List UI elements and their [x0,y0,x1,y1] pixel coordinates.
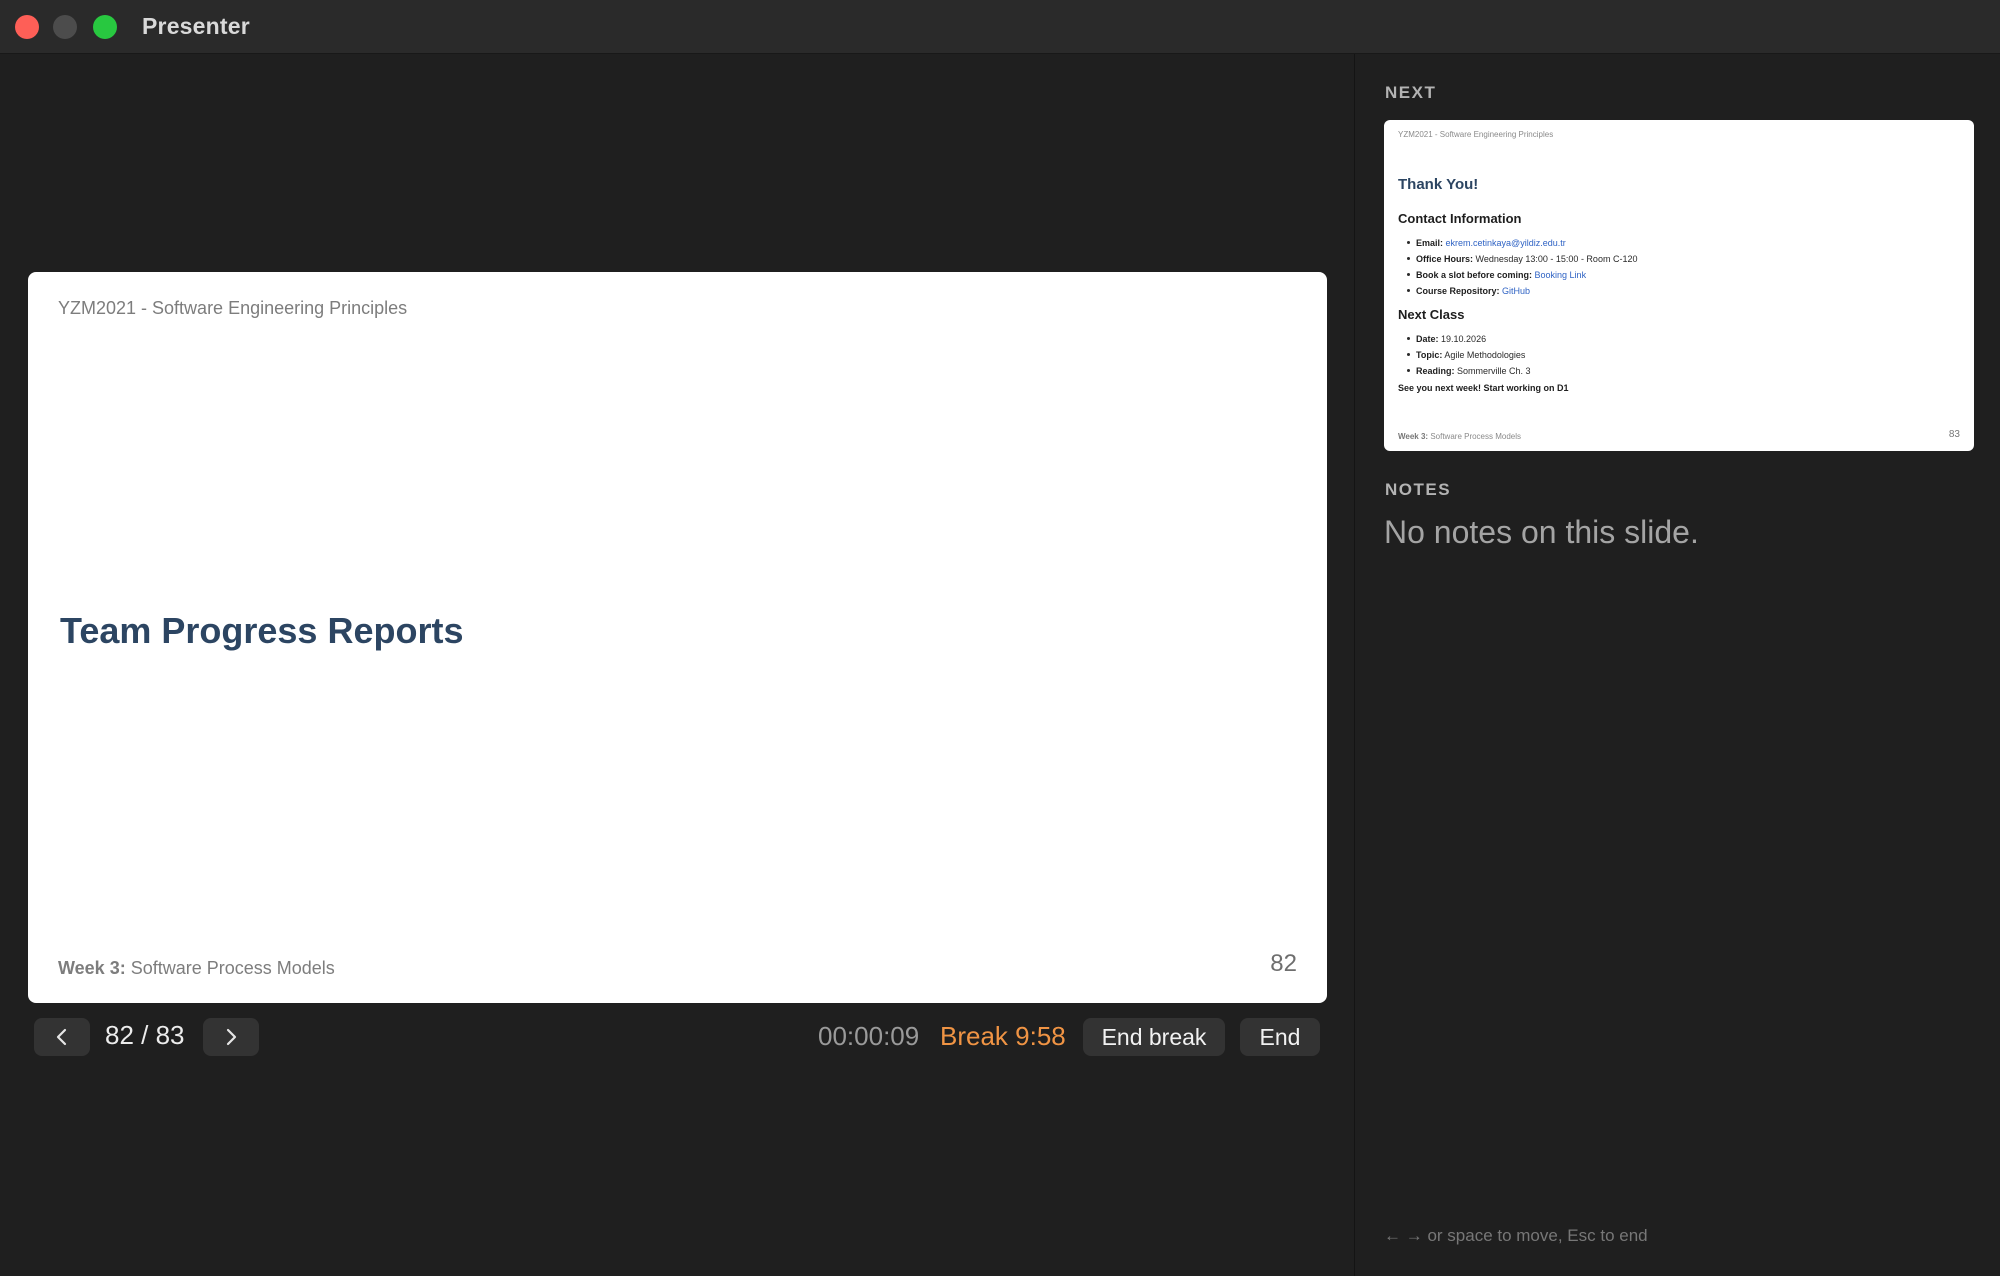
next-slide-header: YZM2021 - Software Engineering Principle… [1398,130,1554,139]
list-item: Office Hours: Wednesday 13:00 - 15:00 - … [1398,253,1637,269]
next-slide-footer-topic: Software Process Models [1428,432,1522,441]
booking-link[interactable]: Booking Link [1535,270,1587,280]
list-item-value: Sommerville Ch. 3 [1457,366,1531,376]
email-link[interactable]: ekrem.cetinkaya@yildiz.edu.tr [1446,238,1566,248]
list-item: Topic: Agile Methodologies [1398,349,1531,365]
list-item: Course Repository: GitHub [1398,285,1637,301]
next-slide-closing: See you next week! Start working on D1 [1398,383,1569,393]
speaker-notes: No notes on this slide. [1384,514,1699,550]
next-slide-number: 83 [1948,429,1960,440]
list-item-label: Date: [1416,334,1439,344]
close-window-button[interactable] [15,15,39,39]
slide-number: 82 [1270,950,1297,977]
contact-heading: Contact Information [1398,211,1522,226]
slide-header: YZM2021 - Software Engineering Principle… [58,298,408,318]
slide-footer-week: Week 3: [58,958,126,978]
next-section-label: NEXT [1385,83,1437,102]
list-item: Date: 19.10.2026 [1398,333,1531,349]
contact-list: Email: ekrem.cetinkaya@yildiz.edu.tr Off… [1398,237,1637,301]
list-item: Book a slot before coming: Booking Link [1398,269,1637,285]
next-slide-title: Thank You! [1398,176,1479,193]
maximize-window-button[interactable] [93,15,117,39]
list-item: Email: ekrem.cetinkaya@yildiz.edu.tr [1398,237,1637,253]
chevron-left-icon [56,1028,67,1046]
list-item-value: Wednesday 13:00 - 15:00 - Room C-120 [1475,254,1638,264]
title-bar: Presenter [0,0,2000,54]
page-indicator: 82 / 83 [105,1020,185,1050]
next-slide-footer: Week 3: Software Process Models [1398,432,1521,441]
presenter-sidebar: NEXT YZM2021 - Software Engineering Prin… [1354,54,2000,1276]
list-item-label: Reading: [1416,366,1455,376]
current-slide: YZM2021 - Software Engineering Principle… [28,272,1327,1003]
list-item-value: Agile Methodologies [1444,350,1526,360]
end-presentation-button[interactable]: End [1240,1018,1320,1056]
slide-footer: Week 3: Software Process Models [58,958,335,979]
slide-footer-topic: Software Process Models [125,958,335,978]
list-item: Reading: Sommerville Ch. 3 [1398,365,1531,381]
github-link[interactable]: GitHub [1502,286,1530,296]
list-item-label: Email: [1416,238,1444,248]
break-timer: Break 9:58 [940,1021,1066,1051]
next-slide-preview[interactable]: YZM2021 - Software Engineering Principle… [1384,120,1974,451]
elapsed-timer: 00:00:09 [818,1021,920,1051]
list-item-value: 19.10.2026 [1441,334,1487,344]
window-title: Presenter [142,13,250,39]
list-item-label: Topic: [1416,350,1443,360]
keyboard-hint: ← → or space to move, Esc to end [1384,1226,1648,1245]
slide-title: Team Progress Reports [60,610,464,651]
list-item-label: Course Repository: [1416,286,1500,296]
presenter-controls: 82 / 83 00:00:09 Break 9:58 End break En… [34,1018,1320,1056]
next-class-heading: Next Class [1398,307,1465,322]
list-item-label: Office Hours: [1416,254,1474,264]
chevron-right-icon [226,1028,237,1046]
previous-slide-button[interactable] [34,1018,90,1056]
notes-section-label: NOTES [1385,480,1452,499]
next-class-list: Date: 19.10.2026 Topic: Agile Methodolog… [1398,333,1531,381]
next-slide-footer-week: Week 3: [1398,432,1429,441]
end-break-button[interactable]: End break [1083,1018,1225,1056]
minimize-window-button[interactable] [53,15,77,39]
list-item-label: Book a slot before coming: [1416,270,1533,280]
next-slide-button[interactable] [203,1018,259,1056]
